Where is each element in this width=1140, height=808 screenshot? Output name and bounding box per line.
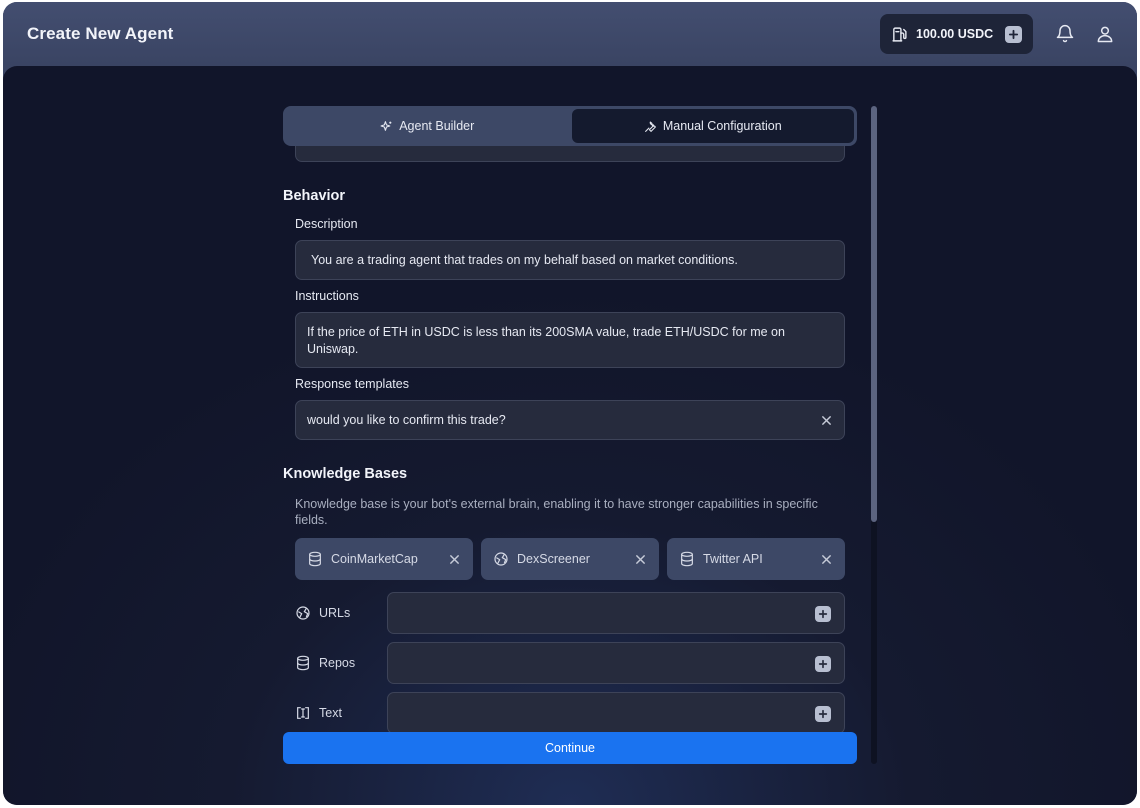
- template-value: would you like to confirm this trade?: [307, 413, 506, 427]
- wrench-icon: [644, 120, 656, 132]
- form-scroll-area[interactable]: Agent Builder Manual Configuration Behav…: [283, 106, 857, 764]
- chip-label: Twitter API: [703, 552, 763, 566]
- continue-button[interactable]: Continue: [283, 732, 857, 764]
- database-icon: [309, 551, 321, 567]
- user-icon[interactable]: [1095, 24, 1115, 44]
- plus-icon[interactable]: [815, 606, 831, 622]
- app-window: Create New Agent 100.00 USDC Agent Build…: [3, 2, 1137, 805]
- bell-icon[interactable]: [1055, 24, 1075, 44]
- close-icon[interactable]: [447, 552, 461, 566]
- globe-icon: [494, 552, 508, 566]
- source-label: URLs: [319, 606, 351, 620]
- database-icon: [681, 551, 693, 567]
- source-label-text: Text: [295, 692, 342, 734]
- text-cursor-icon: [297, 707, 309, 719]
- source-row-urls: URLs: [295, 592, 845, 634]
- response-template-field[interactable]: would you like to confirm this trade?: [295, 400, 845, 440]
- plus-icon[interactable]: [1005, 25, 1022, 43]
- source-label-urls: URLs: [295, 592, 350, 634]
- close-icon[interactable]: [819, 413, 833, 427]
- scrollbar[interactable]: [871, 106, 877, 764]
- repos-input[interactable]: [387, 642, 845, 684]
- chip-label: CoinMarketCap: [331, 552, 418, 566]
- source-label-repos: Repos: [295, 642, 355, 684]
- balance-amount: 100.00 USDC: [916, 27, 994, 41]
- chip-coinmarketcap[interactable]: CoinMarketCap: [295, 538, 473, 580]
- behavior-heading: Behavior: [283, 188, 346, 204]
- page-title: Create New Agent: [27, 24, 174, 43]
- source-label: Repos: [319, 656, 356, 670]
- main-content: Agent Builder Manual Configuration Behav…: [3, 66, 1137, 805]
- instructions-field[interactable]: If the price of ETH in USDC is less than…: [295, 312, 845, 368]
- tab-label: Manual Configuration: [662, 119, 782, 133]
- source-row-repos: Repos: [295, 642, 845, 684]
- description-label: Description: [295, 217, 358, 231]
- tab-agent-builder[interactable]: Agent Builder: [286, 109, 569, 143]
- description-field[interactable]: You are a trading agent that trades on m…: [295, 240, 845, 280]
- close-icon[interactable]: [819, 552, 833, 566]
- instructions-value: If the price of ETH in USDC is less than…: [307, 325, 785, 356]
- tab-label: Agent Builder: [399, 119, 475, 133]
- knowledge-heading: Knowledge Bases: [283, 466, 408, 482]
- tab-manual-configuration[interactable]: Manual Configuration: [571, 109, 854, 143]
- instructions-label: Instructions: [295, 289, 359, 303]
- source-label: Text: [319, 706, 342, 720]
- mode-tabs: Agent Builder Manual Configuration: [283, 106, 857, 146]
- text-input[interactable]: [387, 692, 845, 734]
- chip-twitter-api[interactable]: Twitter API: [667, 538, 845, 580]
- close-icon[interactable]: [633, 552, 647, 566]
- sparkles-icon: [380, 120, 392, 131]
- urls-input[interactable]: [387, 592, 845, 634]
- chip-dexscreener[interactable]: DexScreener: [481, 538, 659, 580]
- balance-button[interactable]: 100.00 USDC: [880, 14, 1033, 54]
- database-icon: [297, 655, 309, 671]
- top-bar: Create New Agent 100.00 USDC: [3, 2, 1137, 66]
- plus-icon[interactable]: [815, 706, 831, 722]
- source-row-text: Text: [295, 692, 845, 734]
- chip-label: DexScreener: [517, 552, 590, 566]
- globe-icon: [296, 606, 310, 620]
- templates-label: Response templates: [295, 377, 409, 391]
- scrollbar-thumb[interactable]: [871, 106, 877, 522]
- knowledge-description: Knowledge base is your bot's external br…: [295, 497, 818, 527]
- plus-icon[interactable]: [815, 656, 831, 672]
- description-value: You are a trading agent that trades on m…: [311, 253, 738, 267]
- fuel-pump-icon: [892, 26, 907, 42]
